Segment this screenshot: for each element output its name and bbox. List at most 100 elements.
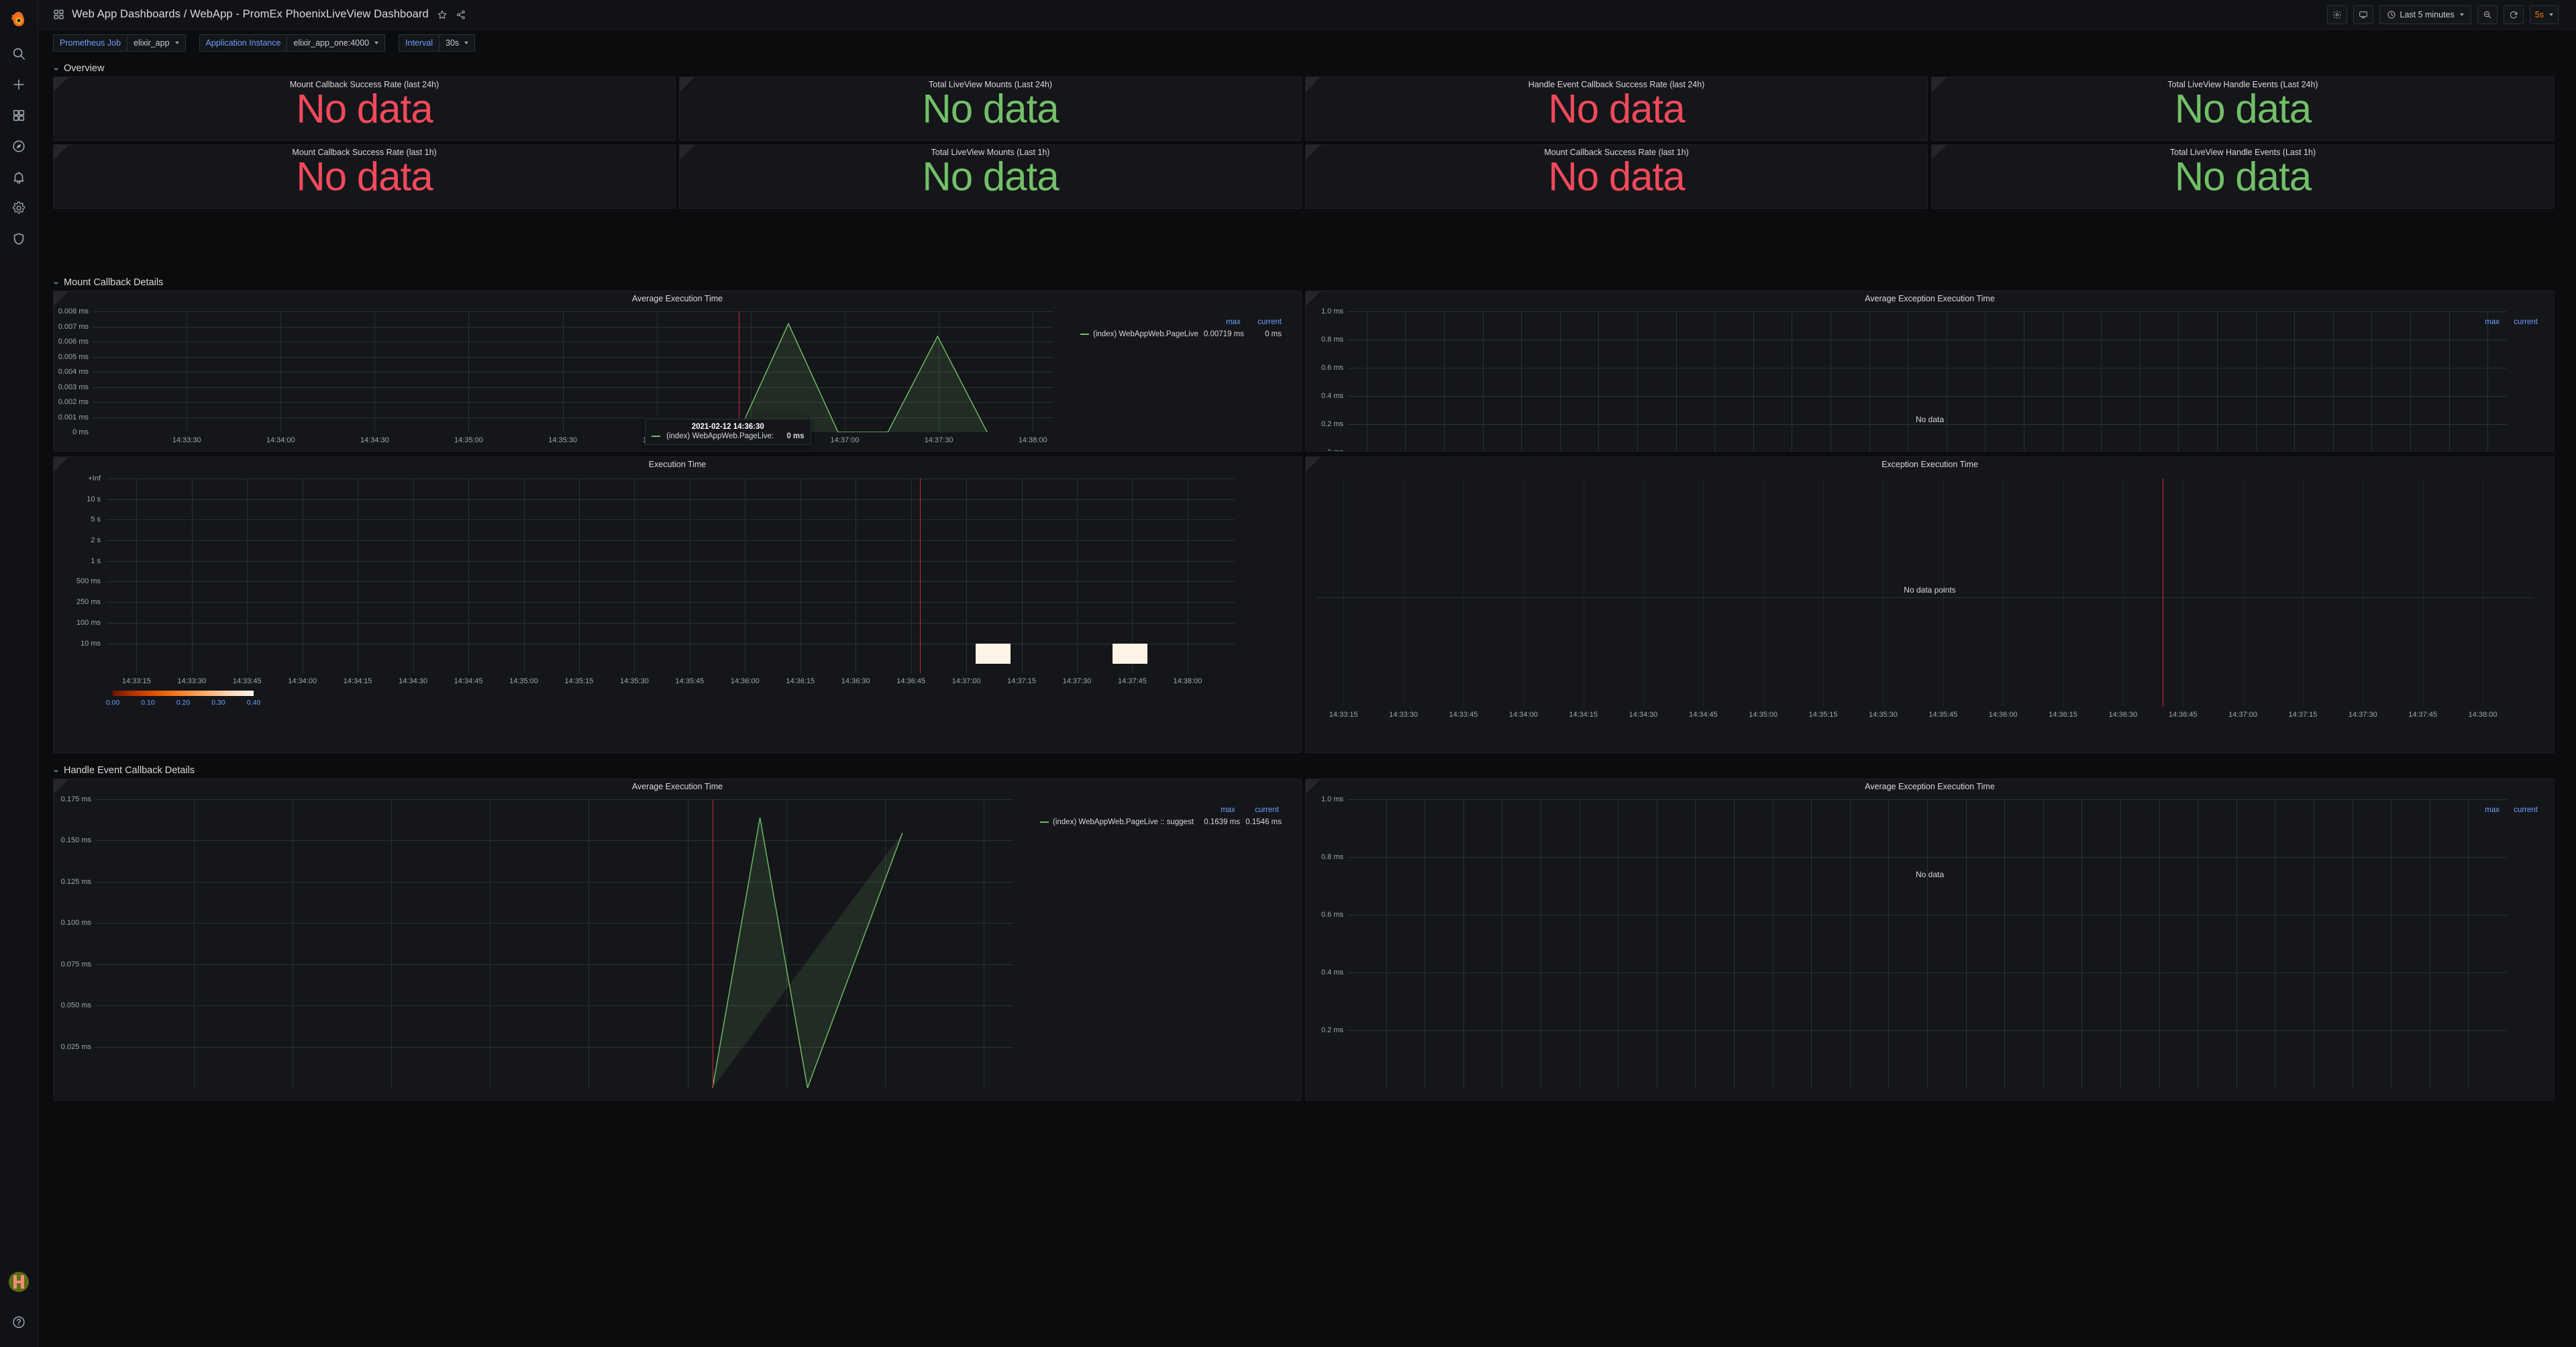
x-axis-tick: 14:36:45 [896, 677, 926, 685]
x-axis-tick: 14:34:45 [454, 677, 483, 685]
page-title[interactable]: Web App Dashboards / WebApp - PromEx Pho… [72, 8, 429, 21]
graph-legend: max current (index) WebAppWeb.PageLive :… [1040, 806, 1282, 826]
graph-panel-handle-event-average-exception-execution-time[interactable]: i Average Exception Execution Time 1.0 m… [1305, 779, 2555, 1101]
chevron-down-icon [54, 281, 58, 285]
panel-info-icon[interactable]: i [1306, 779, 1321, 794]
graph-area: 0 ms 0.001 ms 0.002 ms 0.003 ms 0.004 ms 0.00… [54, 291, 1301, 451]
gridline-vertical [1482, 311, 1484, 451]
sidebar-item-create[interactable] [0, 69, 38, 100]
y-axis-tick: 0.8 ms [1321, 336, 1343, 344]
sidebar-item-configuration[interactable] [0, 193, 38, 223]
zoom-out-button[interactable] [2477, 5, 2497, 24]
variable-value-dropdown[interactable]: elixir_app [127, 34, 186, 52]
row-header-mount-callback-details[interactable]: Mount Callback Details [53, 275, 163, 290]
panel-info-icon[interactable]: i [1306, 77, 1321, 92]
variable-value-dropdown[interactable]: elixir_app_one:4000 [287, 34, 386, 52]
legend-header-max[interactable]: max [1221, 806, 1235, 814]
sidebar-item-explore[interactable] [0, 131, 38, 162]
kiosk-mode-button[interactable] [2353, 5, 2373, 24]
refresh-interval-picker[interactable]: 5s [2529, 5, 2559, 24]
panel-info-icon[interactable]: i [1306, 457, 1321, 472]
heatmap-area: 14:33:15 14:33:30 14:33:45 14:34:00 14:34:15… [1306, 457, 2554, 752]
stat-panel[interactable]: i Mount Callback Success Rate (last 24h)… [53, 77, 676, 141]
panel-info-icon[interactable]: i [54, 291, 68, 306]
gridline-vertical [1559, 311, 1561, 451]
gridline-vertical [2236, 799, 2237, 1088]
panel-info-icon[interactable]: i [54, 457, 68, 472]
row-header-overview[interactable]: Overview [53, 61, 104, 76]
share-icon[interactable] [456, 9, 466, 20]
star-icon[interactable] [437, 9, 448, 20]
sidebar-item-search[interactable] [0, 38, 38, 69]
panel-info-icon[interactable]: i [1932, 145, 1947, 160]
y-axis-tick: 0 ms [72, 428, 89, 436]
help-icon[interactable] [0, 1307, 38, 1338]
legend-header-max[interactable]: max [2485, 806, 2500, 814]
legend-header-max[interactable]: max [2485, 318, 2500, 326]
row-header-handle-event-callback-details[interactable]: Handle Event Callback Details [53, 763, 195, 778]
stat-value: No data [922, 154, 1059, 199]
sidebar-item-alerting[interactable] [0, 162, 38, 193]
gridline-vertical [1676, 311, 1677, 451]
heatmap-panel-execution-time[interactable]: i Execution Time +Inf10 s5 s2 s1 s500 ms… [53, 456, 1302, 753]
panel-info-icon[interactable]: i [54, 145, 68, 160]
gridline-vertical [2043, 799, 2044, 1088]
y-axis-tick: 0.125 ms [60, 877, 91, 886]
stat-panel[interactable]: i Mount Callback Success Rate (last 1h) … [53, 144, 676, 209]
refresh-button[interactable] [2503, 5, 2524, 24]
legend-header-max[interactable]: max [1226, 318, 1241, 326]
sidebar-item-server-admin[interactable] [0, 223, 38, 254]
gridline-vertical [2101, 311, 2102, 451]
x-axis-tick: 14:34:00 [288, 677, 317, 685]
legend-item[interactable]: (index) WebAppWeb.PageLive 0.00719 ms 0 … [1080, 330, 1282, 338]
gridline-vertical [1888, 799, 1890, 1088]
time-range-picker[interactable]: Last 5 minutes [2379, 5, 2471, 24]
panel-info-icon[interactable]: i [680, 145, 694, 160]
sidebar-item-dashboards[interactable] [0, 100, 38, 131]
gridline-vertical [1077, 479, 1078, 673]
gridline-vertical [1849, 799, 1851, 1088]
legend-header-current[interactable]: current [1243, 318, 1282, 326]
panel-info-icon[interactable]: i [54, 77, 68, 92]
grafana-logo-icon[interactable] [0, 0, 38, 38]
stat-panel[interactable]: i Total LiveView Handle Events (Last 1h)… [1931, 144, 2555, 209]
panel-info-icon[interactable]: i [680, 77, 694, 92]
heatmap-panel-exception-execution-time[interactable]: i Exception Execution Time 14:33:1514:33… [1305, 456, 2555, 753]
panel-info-icon[interactable]: i [1306, 145, 1321, 160]
stat-panel[interactable]: i Total LiveView Mounts (Last 24h) No da… [679, 77, 1302, 141]
legend-item[interactable]: (index) WebAppWeb.PageLive :: suggest 0.… [1040, 818, 1282, 826]
panel-info-icon[interactable]: i [1932, 77, 1947, 92]
stat-panel[interactable]: i Total LiveView Mounts (Last 1h) No dat… [679, 144, 1302, 209]
stat-panel[interactable]: i Handle Event Callback Success Rate (la… [1305, 77, 1928, 141]
stat-panel[interactable]: i Total LiveView Handle Events (Last 24h… [1931, 77, 2555, 141]
gridline-vertical [1811, 799, 1812, 1088]
panel-info-icon[interactable]: i [54, 779, 68, 794]
variable-value-dropdown[interactable]: 30s [439, 34, 476, 52]
avatar[interactable] [9, 1272, 29, 1292]
panel-info-icon[interactable]: i [1306, 291, 1321, 306]
x-axis-tick: 14:34:00 [1508, 711, 1538, 719]
tooltip-value: 0 ms [786, 432, 805, 440]
heatmap-cell[interactable] [1113, 643, 1147, 664]
gridline-vertical [911, 479, 912, 673]
x-axis-tick: 14:35:00 [509, 677, 538, 685]
heatmap-area: +Inf 10 s 5 s 2 s 1 s 500 ms 250 ms 100 ms 10 ms… [54, 457, 1301, 752]
gridline-horizontal [106, 602, 1235, 603]
x-axis-tick: 14:37:30 [2348, 711, 2377, 719]
heatmap-cell[interactable] [976, 643, 1011, 664]
graph-panel-average-exception-execution-time[interactable]: i Average Exception Execution Time 0 ms0… [1305, 291, 2555, 452]
gridline-vertical [2468, 799, 2469, 1088]
legend-header-current[interactable]: current [2514, 318, 2538, 326]
legend-header-current[interactable]: current [2514, 806, 2538, 814]
legend-current-value: 0 ms [1265, 330, 1282, 338]
y-axis-tick: 0.4 ms [1321, 968, 1343, 977]
gridline-vertical [2178, 311, 2179, 451]
x-axis-tick: 14:36:30 [841, 677, 870, 685]
x-axis-tick: 14:35:45 [1928, 711, 1958, 719]
dashboard-settings-button[interactable] [2326, 5, 2347, 24]
graph-panel-handle-event-average-execution-time[interactable]: i Average Execution Time 0.025 ms0.050 m… [53, 779, 1302, 1101]
graph-panel-average-execution-time[interactable]: i Average Execution Time 0 ms0.001 ms0.0… [53, 291, 1302, 452]
legend-header-current[interactable]: current [1237, 806, 1279, 814]
chevron-down-icon [54, 769, 58, 772]
stat-panel[interactable]: i Mount Callback Success Rate (last 1h) … [1305, 144, 1928, 209]
